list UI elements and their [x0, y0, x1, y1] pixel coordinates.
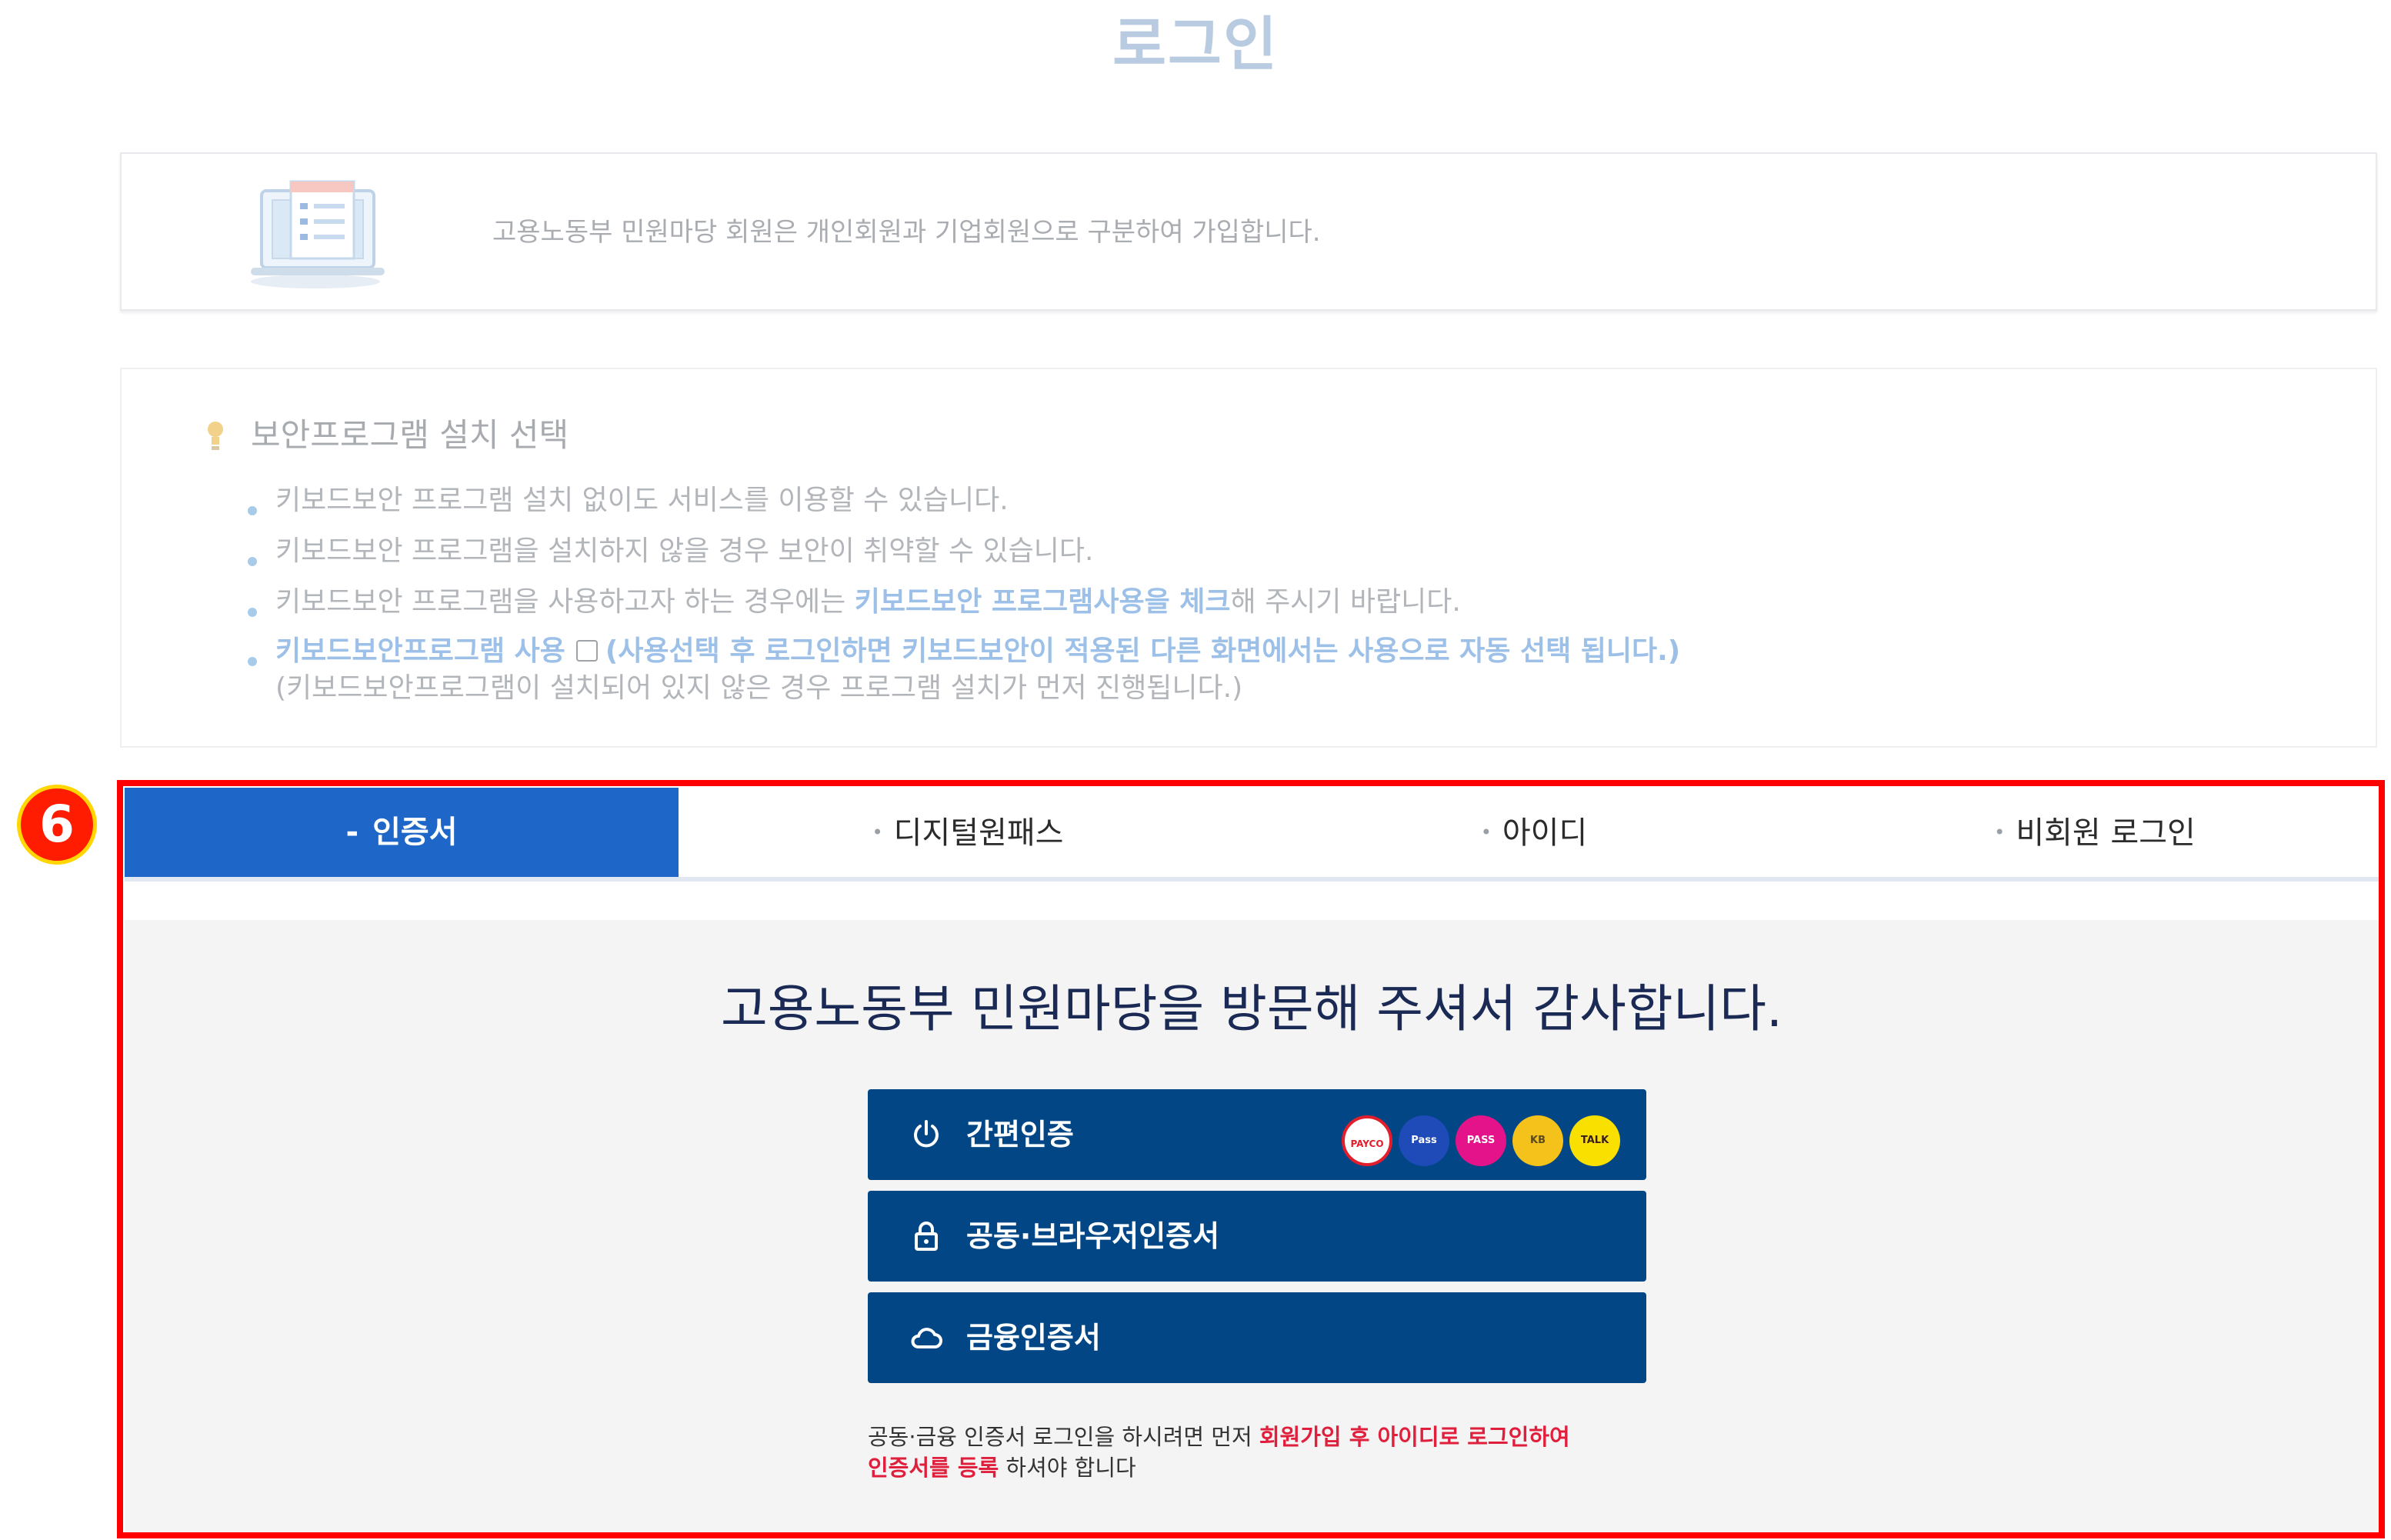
security-item-2: 키보드보안 프로그램을 설치하지 않을 경우 보안이 취약할 수 있습니다. [275, 535, 1094, 567]
keyboard-security-option: 키보드보안프로그램 사용 (사용선택 후 로그인하면 키보드보안이 적용된 다른 … [275, 632, 1680, 671]
member-info-box: 고용노동부 민원마당 회원은 개인회원과 기업회원으로 구분하여 가입합니다. [120, 152, 2377, 311]
security-item-1: 키보드보안 프로그램 설치 없이도 서비스를 이용할 수 있습니다. [275, 485, 1009, 516]
security-item-3: 키보드보안 프로그램을 사용하고자 하는 경우에는 키보드보안 프로그램사용을 … [275, 583, 1461, 622]
security-item-3-highlight: 키보드보안 프로그램사용을 체크 [854, 586, 1231, 618]
security-heading: 보안프로그램 설치 선택 [251, 416, 569, 454]
member-info-text: 고용노동부 민원마당 회원은 개인회원과 기업회원으로 구분하여 가입합니다. [492, 217, 1321, 248]
security-item-3-text: 키보드보안 프로그램을 사용하고자 하는 경우에는 [275, 586, 855, 618]
bullet-dot [248, 608, 257, 617]
security-program-box: 보안프로그램 설치 선택 키보드보안 프로그램 설치 없이도 서비스를 이용할 … [120, 368, 2377, 748]
security-item-3-suffix: 해 주시기 바랍니다. [1230, 586, 1461, 618]
keyboard-security-note: (사용선택 후 로그인하면 키보드보안이 적용된 다른 화면에서는 사용으로 자… [605, 635, 1681, 667]
lightbulb-icon [208, 422, 223, 450]
laptop-list-icon [251, 180, 385, 288]
keyboard-security-checkbox-label[interactable]: 키보드보안프로그램 사용 [275, 635, 565, 667]
bullet-dot [248, 657, 257, 666]
highlight-frame [117, 780, 2385, 1538]
keyboard-security-subnote: (키보드보안프로그램이 설치되어 있지 않은 경우 프로그램 설치가 먼저 진행… [275, 672, 1243, 704]
page-title: 로그인 [1112, 10, 1279, 78]
keyboard-security-checkbox[interactable] [575, 640, 598, 662]
step-number-badge: 6 [17, 785, 97, 865]
bullet-dot [248, 557, 257, 566]
bullet-dot [248, 506, 257, 515]
